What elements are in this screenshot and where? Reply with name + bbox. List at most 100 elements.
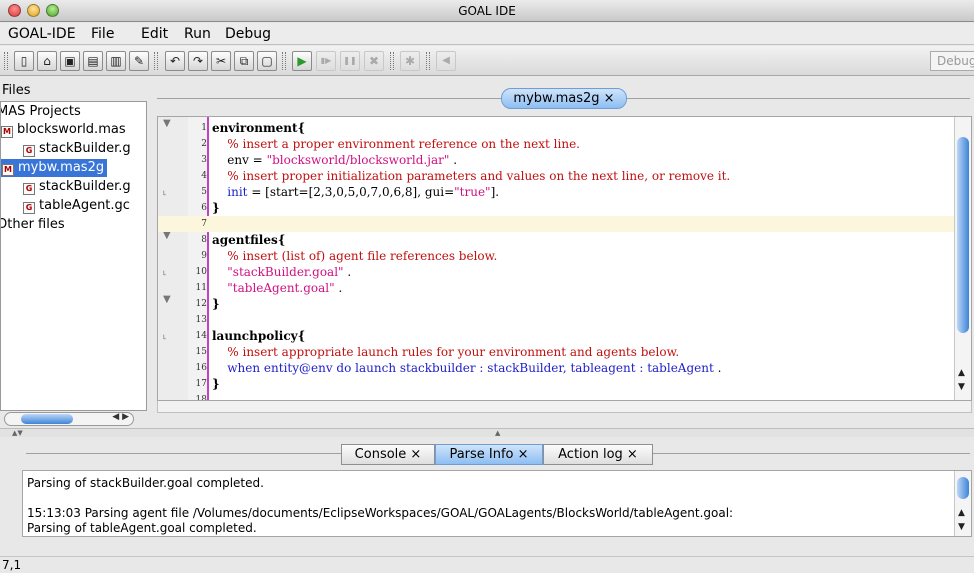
code-editor[interactable]: ▼ ˪ ▼ ˪ ▼ ˪ 1 environment{2 % insert a pr…: [157, 116, 972, 401]
tree-item-mybw[interactable]: Mmybw.mas2g: [1, 159, 108, 177]
code-text: "tableAgent.goal" .: [227, 281, 343, 295]
console-line: 15:13:03 Parsing agent file /Volumes/doc…: [27, 506, 734, 520]
save-icon[interactable]: ▣: [60, 51, 80, 71]
code-line[interactable]: 3 env = "blocksworld/blocksworld.jar" .: [158, 152, 956, 168]
step-icon[interactable]: ▮▶: [316, 51, 336, 71]
code-line[interactable]: 4 % insert proper initialization paramet…: [158, 168, 956, 184]
scroll-thumb[interactable]: [21, 414, 73, 424]
editor-horizontal-scrollbar[interactable]: [157, 401, 972, 413]
line-number: 17: [195, 379, 207, 389]
kill-icon[interactable]: ✖: [364, 51, 384, 71]
code-line[interactable]: 17}: [158, 376, 956, 392]
code-line[interactable]: 6}: [158, 200, 956, 216]
tab-action-log[interactable]: Action log ×: [543, 444, 653, 465]
splitter-arrows-icon[interactable]: ▲▼: [12, 429, 23, 437]
code-text: }: [212, 297, 220, 311]
open-icon[interactable]: ⌂: [37, 51, 57, 71]
goal-file-icon: G: [23, 183, 35, 195]
goal-file-icon: G: [23, 145, 35, 157]
code-text: % insert (list of) agent file references…: [227, 249, 498, 263]
menu-debug[interactable]: Debug: [225, 26, 271, 42]
code-text: % insert appropriate launch rules for yo…: [227, 345, 680, 359]
tree-item-stackbuilder-2[interactable]: GstackBuilder.g: [23, 178, 131, 196]
toolbar-separator: [154, 52, 158, 70]
save-all-icon[interactable]: ▤: [83, 51, 103, 71]
code-text: % insert proper initialization parameter…: [227, 169, 731, 183]
undo-icon[interactable]: ↶: [165, 51, 185, 71]
line-number: 4: [201, 171, 207, 181]
pause-icon[interactable]: ❚❚: [340, 51, 360, 71]
files-tree: MAS Projects Mblocksworld.mas GstackBuil…: [0, 101, 147, 411]
tree-item-other-files[interactable]: Other files: [1, 216, 65, 234]
code-line[interactable]: 15 % insert appropriate launch rules for…: [158, 344, 956, 360]
close-window-button[interactable]: [8, 4, 21, 17]
new-file-icon[interactable]: ▯: [14, 51, 34, 71]
copy-icon[interactable]: ⧉: [234, 51, 254, 71]
window-title: GOAL IDE: [458, 4, 516, 18]
editor-vertical-scrollbar[interactable]: ▲ ▼: [954, 117, 971, 400]
menu-bar: GOAL-IDE File Edit Run Debug: [0, 23, 974, 45]
code-line[interactable]: 11 "tableAgent.goal" .: [158, 280, 956, 296]
line-number: 13: [195, 315, 207, 325]
tree-item-tableagent[interactable]: GtableAgent.gc: [23, 197, 130, 215]
code-text: % insert a proper environment reference …: [227, 137, 580, 151]
code-line[interactable]: 13: [158, 312, 956, 328]
parse-info-output[interactable]: Parsing of stackBuilder.goal completed. …: [22, 470, 972, 537]
minimize-window-button[interactable]: [27, 4, 40, 17]
cursor-position: 7,1: [2, 558, 22, 572]
panel-splitter[interactable]: ▲▼ ▲: [0, 428, 974, 437]
line-number: 10: [195, 267, 207, 277]
debug-perspective-button[interactable]: Debug: [930, 51, 974, 71]
cut-icon[interactable]: ✂: [211, 51, 231, 71]
zoom-window-button[interactable]: [46, 4, 59, 17]
tab-parse-info[interactable]: Parse Info ×: [435, 444, 543, 465]
code-line[interactable]: 12}: [158, 296, 956, 312]
code-line[interactable]: 18: [158, 392, 956, 401]
menu-goal-ide[interactable]: GOAL-IDE: [8, 26, 76, 42]
tree-item-blocksworld[interactable]: Mblocksworld.mas: [1, 121, 126, 139]
console-vertical-scrollbar[interactable]: ▲ ▼: [954, 471, 971, 536]
scroll-arrows-icon[interactable]: ▲ ▼: [958, 366, 965, 394]
back-icon[interactable]: ◀: [436, 51, 456, 71]
scroll-thumb[interactable]: [957, 477, 969, 499]
console-line: Parsing of stackBuilder.goal completed.: [27, 476, 264, 490]
line-number: 18: [195, 395, 207, 401]
code-line[interactable]: 16 when entity@env do launch stackbuilde…: [158, 360, 956, 376]
code-line[interactable]: 2 % insert a proper environment referenc…: [158, 136, 956, 152]
toolbar-separator: [426, 52, 430, 70]
menu-edit[interactable]: Edit: [141, 26, 168, 42]
line-number: 14: [195, 331, 207, 341]
run-icon[interactable]: ▶: [292, 51, 312, 71]
bottom-panel: Console × Parse Info × Action log × Pars…: [0, 437, 974, 556]
code-text: agentfiles{: [212, 233, 286, 247]
toolbar-grip[interactable]: [4, 52, 8, 70]
edit-icon[interactable]: ✎: [129, 51, 149, 71]
menu-run[interactable]: Run: [184, 26, 211, 42]
tree-item-mas-projects[interactable]: MAS Projects: [1, 103, 81, 121]
code-line[interactable]: 10 "stackBuilder.goal" .: [158, 264, 956, 280]
code-line[interactable]: 5 init = [start=[2,3,0,5,0,7,0,6,8], gui…: [158, 184, 956, 200]
files-horizontal-scrollbar[interactable]: ◀ ▶: [4, 412, 134, 426]
redo-icon[interactable]: ↷: [188, 51, 208, 71]
code-line[interactable]: 8 agentfiles{: [158, 232, 956, 248]
debug-bug-icon[interactable]: ✱: [400, 51, 420, 71]
tree-item-stackbuilder[interactable]: GstackBuilder.g: [23, 140, 131, 158]
toolbar-separator: [390, 52, 394, 70]
tab-console[interactable]: Console ×: [341, 444, 435, 465]
paste-icon[interactable]: ▢: [257, 51, 277, 71]
title-bar: GOAL IDE: [0, 0, 974, 22]
code-line[interactable]: 14 launchpolicy{: [158, 328, 956, 344]
code-line[interactable]: 9 % insert (list of) agent file referenc…: [158, 248, 956, 264]
menu-file[interactable]: File: [91, 26, 114, 42]
scroll-arrows-icon[interactable]: ▲ ▼: [958, 506, 965, 534]
splitter-handle-icon[interactable]: ▲: [495, 429, 500, 437]
line-number: 7: [201, 219, 207, 229]
scroll-arrows-icon[interactable]: ◀ ▶: [112, 412, 129, 422]
code-text: when entity@env do launch stackbuilder :…: [227, 361, 722, 375]
code-text: env = "blocksworld/blocksworld.jar" .: [212, 153, 458, 167]
scroll-thumb[interactable]: [957, 137, 969, 333]
save-as-icon[interactable]: ▥: [106, 51, 126, 71]
tab-mybw-mas2g[interactable]: mybw.mas2g ×: [501, 88, 627, 109]
code-line[interactable]: 7: [158, 216, 956, 232]
code-line[interactable]: 1 environment{: [158, 120, 956, 136]
